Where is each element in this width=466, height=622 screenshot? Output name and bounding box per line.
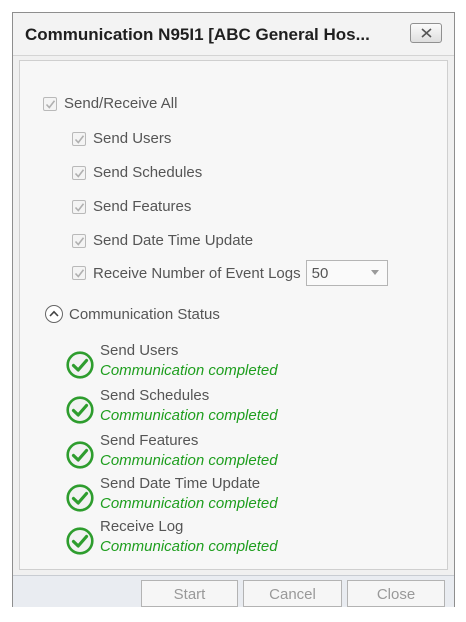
start-button[interactable]: Start: [141, 580, 238, 607]
success-check-icon: [66, 441, 94, 469]
send-schedules-option[interactable]: Send Schedules: [72, 164, 202, 181]
success-check-icon: [66, 351, 94, 379]
check-icon: [74, 134, 85, 144]
window-title: Communication N95I1 [ABC General Hos...: [25, 25, 370, 44]
status-item-name: Receive Log: [100, 518, 184, 535]
event-logs-count-value: 50: [311, 265, 329, 282]
send-users-label: Send Users: [93, 130, 172, 147]
send-users-option[interactable]: Send Users: [72, 130, 171, 147]
success-check-icon: [66, 527, 94, 555]
collapse-status-button[interactable]: [45, 305, 63, 323]
close-icon: [421, 28, 432, 38]
send-date-time-update-checkbox[interactable]: [72, 233, 86, 248]
status-item-message: Communication completed: [100, 362, 278, 379]
send-features-option[interactable]: Send Features: [72, 198, 191, 215]
send-receive-all-option[interactable]: Send/Receive All: [43, 95, 177, 112]
close-button[interactable]: Close: [347, 580, 445, 607]
status-item-message: Communication completed: [100, 538, 278, 555]
send-date-time-update-option[interactable]: Send Date Time Update: [72, 232, 253, 249]
cancel-button[interactable]: Cancel: [243, 580, 342, 607]
success-check-icon: [66, 484, 94, 512]
status-item-message: Communication completed: [100, 452, 278, 469]
send-schedules-checkbox[interactable]: [72, 165, 86, 180]
status-item-message: Communication completed: [100, 407, 278, 424]
event-logs-count-dropdown[interactable]: 50: [305, 260, 388, 286]
send-features-label: Send Features: [93, 198, 192, 215]
triangle-down-icon: [370, 270, 379, 275]
receive-event-logs-option[interactable]: Receive Number of Event Logs 50: [72, 260, 388, 286]
success-check-icon: [66, 396, 94, 424]
send-features-checkbox[interactable]: [72, 199, 86, 214]
check-icon: [74, 269, 85, 278]
send-date-time-update-label: Send Date Time Update: [93, 232, 254, 249]
send-receive-all-checkbox[interactable]: [43, 96, 57, 111]
send-receive-all-label: Send/Receive All: [64, 95, 178, 112]
status-item-name: Send Features: [100, 432, 199, 449]
receive-event-logs-label: Receive Number of Event Logs: [93, 264, 301, 282]
title-bar: Communication N95I1 [ABC General Hos...: [13, 13, 454, 56]
communication-dialog: Communication N95I1 [ABC General Hos... …: [12, 12, 455, 607]
chevron-up-icon: [49, 310, 59, 317]
send-users-checkbox[interactable]: [72, 131, 86, 146]
content-panel: Send/Receive All Send Users Send Schedul…: [19, 60, 448, 570]
check-icon: [74, 236, 85, 246]
status-item-name: Send Schedules: [100, 387, 210, 404]
communication-status-label: Communication Status: [69, 305, 220, 323]
communication-status-header[interactable]: Communication Status: [45, 305, 220, 323]
dialog-footer: Start Cancel Close: [13, 575, 454, 607]
check-icon: [45, 99, 56, 109]
receive-event-logs-checkbox[interactable]: [72, 266, 86, 280]
send-schedules-label: Send Schedules: [93, 164, 203, 181]
check-icon: [74, 202, 85, 212]
status-item-name: Send Date Time Update: [100, 475, 261, 492]
status-item-message: Communication completed: [100, 495, 278, 512]
check-icon: [74, 168, 85, 178]
close-window-button[interactable]: [410, 23, 442, 43]
status-item-name: Send Users: [100, 342, 179, 359]
